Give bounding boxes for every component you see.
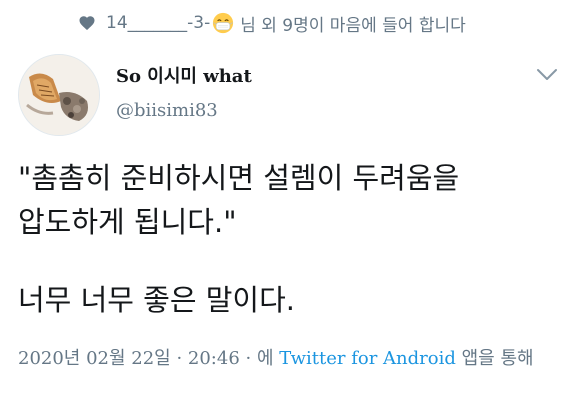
heart-icon [79,16,95,31]
tweet-closing-line: 너무 너무 좋은 말이다. [18,283,295,317]
avatar[interactable] [18,54,100,136]
chevron-down-icon[interactable] [536,68,558,82]
tweet-meta: 2020년 02월 22일 · 20:46 · 에 Twitter for An… [18,344,568,373]
tweet-quote: "촘촘히 준비하시면 설렘이 두려움을 압도하게 됩니다." [18,161,460,239]
tweet-text: "촘촘히 준비하시면 설렘이 두려움을 압도하게 됩니다." 너무 너무 좋은 … [18,156,563,322]
avatar-image [19,55,99,135]
source-link[interactable]: Twitter for Android [279,348,456,369]
tweet-timestamp[interactable]: 2020년 02월 22일 · 20:46 · 에 [18,348,274,369]
tweet-header: So 이시미 what @biisimi83 [18,54,558,140]
likes-row[interactable]: 14_______-3- 님 외 9명이 마음에 들어 합니다 [78,6,466,40]
user-handle[interactable]: @biisimi83 [116,100,218,121]
face-with-medical-mask-icon [213,12,234,34]
likes-user-handle[interactable]: 14_______-3- [106,13,210,33]
display-name[interactable]: So 이시미 what [116,62,252,88]
source-suffix: 앱을 통해 [461,348,534,369]
likes-summary: 님 외 9명이 마음에 들어 합니다 [240,15,466,36]
